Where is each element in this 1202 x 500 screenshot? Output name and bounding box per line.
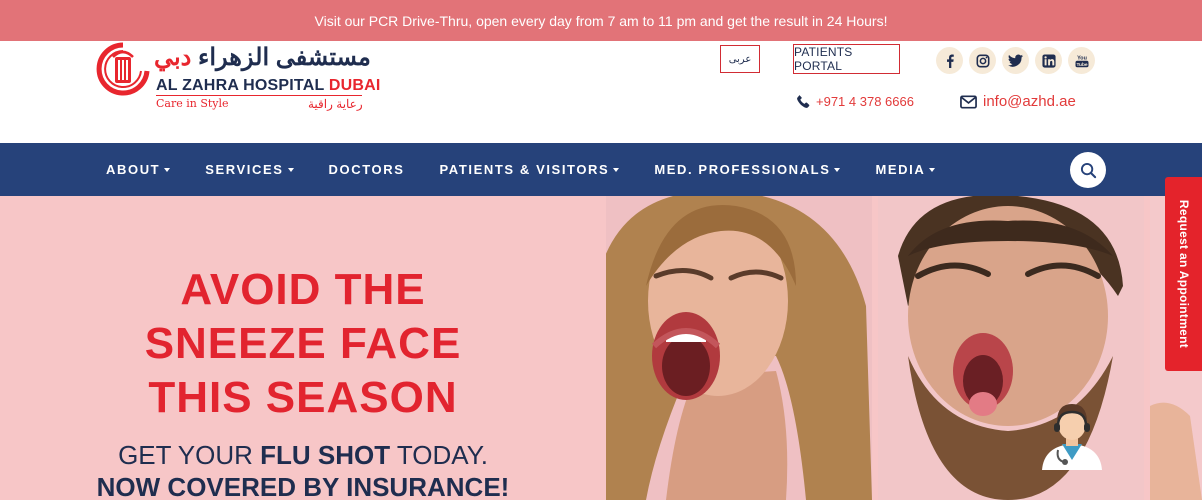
phone-number[interactable]: +971 4 378 6666: [816, 94, 914, 109]
svg-text:You: You: [1077, 55, 1087, 61]
search-icon: [1080, 162, 1096, 178]
svg-text:Tube: Tube: [1076, 61, 1087, 67]
hero-headline-line-3: THIS SEASON: [148, 373, 458, 422]
hero-headline-line-1: AVOID THE: [180, 265, 426, 314]
announcement-text[interactable]: Visit our PCR Drive-Thru, open every day…: [315, 13, 888, 29]
nav-item-media[interactable]: MEDIA: [875, 162, 936, 177]
request-appointment-tab[interactable]: Request an Appointment: [1165, 177, 1202, 371]
announcement-bar[interactable]: Visit our PCR Drive-Thru, open every day…: [0, 0, 1202, 41]
email-address[interactable]: info@azhd.ae: [983, 93, 1076, 110]
hero-copy: AVOID THE SNEEZE FACE THIS SEASON GET YO…: [0, 196, 606, 500]
caret-down-icon: [287, 167, 294, 172]
sneezing-woman-photo: [606, 196, 872, 500]
hospital-logo[interactable]: مستشفى الزهراء دبي AL ZAHRA HOSPITAL DUB…: [96, 41, 380, 121]
nav-item-about[interactable]: ABOUT: [106, 162, 171, 177]
arabic-language-button[interactable]: عربى: [720, 45, 760, 73]
logo-arabic-name: مستشفى الزهراء دبي: [154, 44, 371, 71]
logo-tagline: Care in Style: [156, 97, 229, 110]
twitter-icon[interactable]: [1002, 47, 1029, 74]
hero-subline-2: NOW COVERED BY INSURANCE!: [96, 472, 510, 500]
search-button[interactable]: [1070, 152, 1106, 188]
linkedin-icon[interactable]: [1035, 47, 1062, 74]
envelope-icon: [960, 94, 977, 109]
logo-english-name: AL ZAHRA HOSPITAL DUBAI: [156, 77, 381, 94]
youtube-icon[interactable]: You Tube: [1068, 47, 1095, 74]
phone-icon: [797, 95, 810, 108]
nav-menu: ABOUT SERVICES DOCTORS PATIENTS & VISITO…: [106, 143, 970, 196]
woman-illustration: [606, 196, 872, 500]
doctor-chat-avatar[interactable]: [1036, 398, 1108, 470]
hero-banner[interactable]: AVOID THE SNEEZE FACE THIS SEASON GET YO…: [0, 196, 1202, 500]
nav-item-services[interactable]: SERVICES: [205, 162, 294, 177]
hero-headline-line-2: SNEEZE FACE: [144, 319, 462, 368]
patients-portal-button[interactable]: PATIENTS PORTAL: [793, 44, 900, 74]
hospital-emblem-icon: [96, 42, 150, 96]
nav-item-doctors[interactable]: DOCTORS: [329, 162, 405, 177]
logo-divider: [156, 95, 362, 96]
email-contact[interactable]: info@azhd.ae: [960, 93, 1076, 110]
facebook-icon[interactable]: [936, 47, 963, 74]
logo-tagline-arabic: رعاية راقية: [308, 97, 363, 111]
nav-item-med-professionals[interactable]: MED. PROFESSIONALS: [654, 162, 841, 177]
caret-down-icon: [164, 167, 171, 172]
request-appointment-label[interactable]: Request an Appointment: [1177, 200, 1191, 348]
caret-down-icon: [613, 167, 620, 172]
nav-item-patients-visitors[interactable]: PATIENTS & VISITORS: [440, 162, 620, 177]
caret-down-icon: [834, 167, 841, 172]
site-header: مستشفى الزهراء دبي AL ZAHRA HOSPITAL DUB…: [0, 41, 1202, 143]
social-links: You Tube: [936, 47, 1095, 74]
caret-down-icon: [929, 167, 936, 172]
phone-contact[interactable]: +971 4 378 6666: [796, 94, 914, 109]
instagram-icon[interactable]: [969, 47, 996, 74]
hero-subline-1: GET YOUR FLU SHOT TODAY.: [118, 440, 488, 470]
main-navigation: ABOUT SERVICES DOCTORS PATIENTS & VISITO…: [0, 143, 1202, 196]
